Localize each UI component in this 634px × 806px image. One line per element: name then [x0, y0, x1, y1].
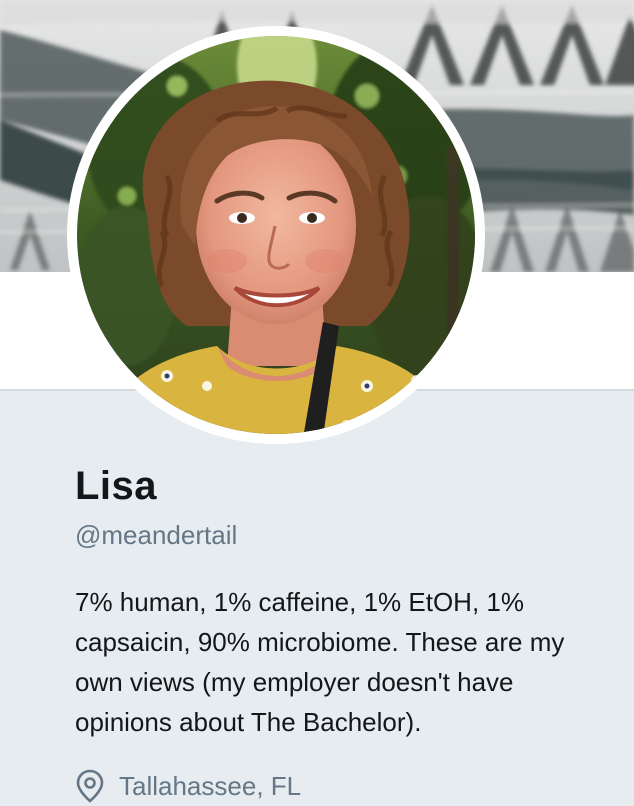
profile-location: Tallahassee, FL: [75, 766, 301, 806]
profile-avatar[interactable]: [67, 26, 485, 444]
profile-name: Lisa: [75, 464, 158, 508]
profile-bio: 7% human, 1% caffeine, 1% EtOH, 1% capsa…: [75, 587, 565, 737]
profile-page: Lisa @meandertail 7% human, 1% caffeine,…: [0, 0, 634, 806]
profile-handle[interactable]: @meandertail: [75, 520, 237, 551]
location-text: Tallahassee, FL: [119, 770, 302, 801]
location-pin-icon: [75, 769, 105, 803]
